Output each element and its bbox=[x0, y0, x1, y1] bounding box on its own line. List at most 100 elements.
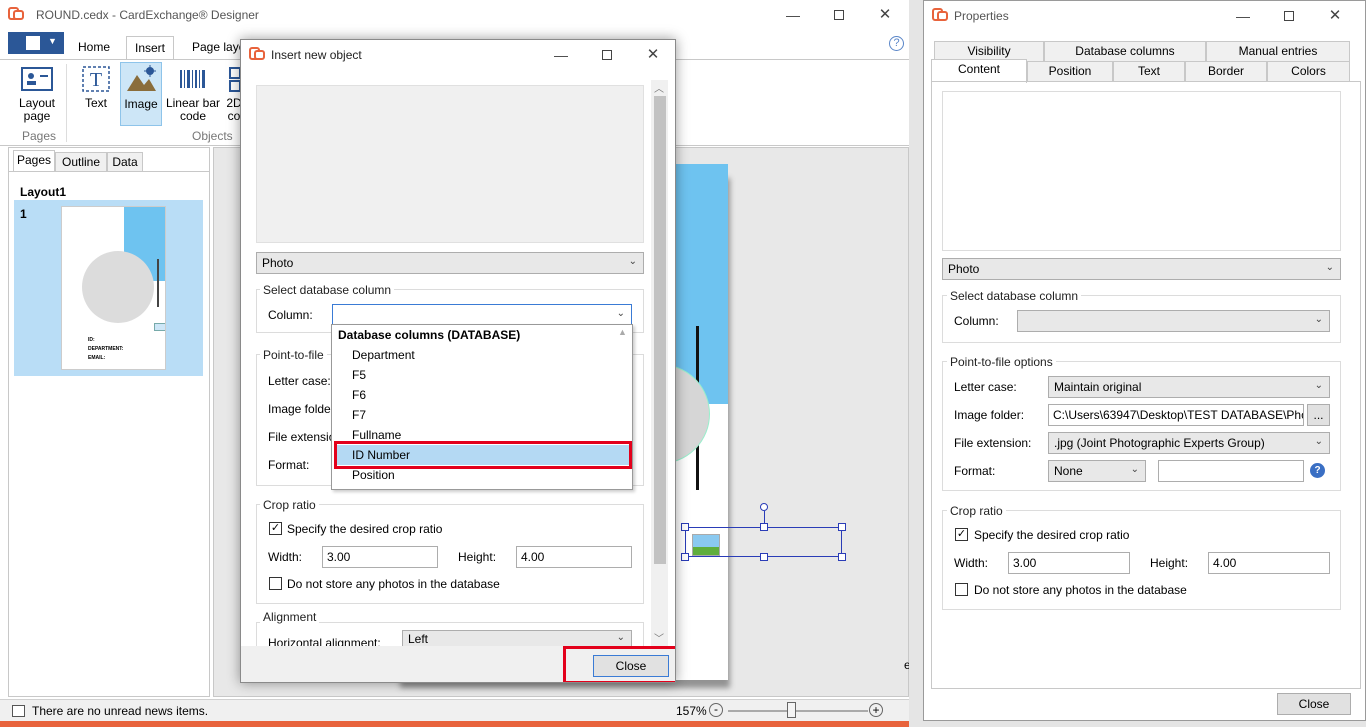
image-folder-input[interactable]: C:\Users\63947\Desktop\TEST DATABASE\Pho… bbox=[1048, 404, 1304, 426]
minimize-button[interactable]: — bbox=[538, 40, 584, 70]
crop-ratio-heading: Crop ratio bbox=[260, 498, 319, 512]
source-select-value: Photo bbox=[262, 256, 294, 270]
no-store-checkbox[interactable] bbox=[269, 577, 282, 590]
tab-colors[interactable]: Colors bbox=[1267, 61, 1350, 81]
dropdown-scroll-up-icon[interactable]: ▲ bbox=[618, 327, 627, 337]
resize-handle[interactable] bbox=[838, 553, 846, 561]
source-select[interactable]: Photo ⌄ bbox=[942, 258, 1341, 280]
no-store-checkbox[interactable] bbox=[955, 583, 968, 596]
tab-database-columns[interactable]: Database columns bbox=[1044, 41, 1206, 61]
dialog-title: Insert new object bbox=[271, 48, 362, 62]
layout-page-icon bbox=[21, 67, 53, 91]
dropdown-item-f5[interactable]: F5 bbox=[334, 365, 630, 385]
close-window-button[interactable]: ✕ bbox=[630, 40, 675, 70]
height-label: Height: bbox=[458, 550, 497, 564]
tab-home[interactable]: Home bbox=[70, 36, 118, 60]
maximize-button[interactable] bbox=[816, 0, 862, 30]
minimize-button[interactable]: — bbox=[1220, 1, 1266, 31]
help-button[interactable]: ? bbox=[889, 36, 904, 51]
close-window-button[interactable]: ✕ bbox=[862, 0, 908, 30]
zoom-slider-track[interactable] bbox=[728, 710, 868, 712]
properties-titlebar: Properties — ✕ bbox=[924, 1, 1365, 31]
letter-case-label: Letter case: bbox=[268, 374, 331, 388]
maximize-icon bbox=[834, 10, 844, 21]
file-menu-button[interactable]: ▼ bbox=[8, 32, 64, 54]
dropdown-item-f7[interactable]: F7 bbox=[334, 405, 630, 425]
resize-handle[interactable] bbox=[838, 523, 846, 531]
file-extension-value: .jpg (Joint Photographic Experts Group) bbox=[1054, 436, 1265, 450]
scroll-down-icon[interactable]: ﹀ bbox=[654, 630, 664, 645]
height-input[interactable]: 4.00 bbox=[1208, 552, 1330, 574]
maximize-icon bbox=[1284, 11, 1294, 22]
zoom-slider-thumb[interactable] bbox=[787, 702, 796, 718]
chevron-down-icon: ⌄ bbox=[1130, 464, 1139, 475]
source-select[interactable]: Photo ⌄ bbox=[256, 252, 644, 274]
layout-page-button[interactable]: Layout page bbox=[12, 64, 62, 123]
placeholder-image-icon bbox=[692, 534, 720, 556]
select-column-heading: Select database column bbox=[947, 289, 1082, 303]
tab-pages[interactable]: Pages bbox=[13, 150, 55, 172]
text-button[interactable]: T Text bbox=[76, 64, 116, 110]
height-input[interactable]: 4.00 bbox=[516, 546, 632, 568]
page-number: 1 bbox=[20, 207, 27, 221]
insert-object-dialog: Insert new object — ✕ ︿ ﹀ Photo ⌄ Select … bbox=[240, 39, 676, 683]
layout-name: Layout1 bbox=[20, 185, 67, 199]
column-select[interactable]: ⌄ bbox=[1017, 310, 1330, 332]
linear-barcode-button[interactable]: Linear bar code bbox=[162, 64, 224, 123]
status-text: There are no unread news items. bbox=[32, 704, 209, 718]
zoom-level: 157% bbox=[676, 704, 707, 718]
tab-visibility[interactable]: Visibility bbox=[934, 41, 1044, 61]
maximize-button[interactable] bbox=[584, 40, 630, 70]
page-thumbnail[interactable]: 1 ID: DEPARTMENT: EMAIL: bbox=[14, 200, 203, 376]
close-window-button[interactable]: ✕ bbox=[1312, 1, 1358, 31]
file-extension-select[interactable]: .jpg (Joint Photographic Experts Group) ⌄ bbox=[1048, 432, 1330, 454]
resize-handle[interactable] bbox=[681, 553, 689, 561]
highlight-id-number bbox=[334, 441, 632, 469]
designer-title: ROUND.cedx - CardExchange® Designer bbox=[36, 8, 259, 22]
resize-handle[interactable] bbox=[760, 553, 768, 561]
thumbnail-small-image bbox=[154, 323, 165, 331]
image-button[interactable]: Image bbox=[120, 62, 162, 126]
properties-close-button[interactable]: Close bbox=[1277, 693, 1351, 715]
tab-manual-entries[interactable]: Manual entries bbox=[1206, 41, 1350, 61]
tab-outline[interactable]: Outline bbox=[55, 152, 107, 172]
scroll-up-icon[interactable]: ︿ bbox=[654, 80, 664, 95]
specify-crop-label: Specify the desired crop ratio bbox=[974, 528, 1130, 542]
info-icon[interactable]: ? bbox=[1310, 463, 1325, 478]
tab-data[interactable]: Data bbox=[107, 152, 143, 172]
width-input[interactable]: 3.00 bbox=[1008, 552, 1130, 574]
rotate-handle[interactable] bbox=[760, 503, 768, 511]
specify-crop-label: Specify the desired crop ratio bbox=[287, 522, 443, 536]
dropdown-item-f6[interactable]: F6 bbox=[334, 385, 630, 405]
browse-folder-button[interactable]: ... bbox=[1307, 404, 1330, 426]
dropdown-item-department[interactable]: Department bbox=[334, 345, 630, 365]
zoom-out-button[interactable]: - bbox=[709, 703, 723, 717]
width-input[interactable]: 3.00 bbox=[322, 546, 438, 568]
width-label: Width: bbox=[268, 550, 303, 564]
maximize-button[interactable] bbox=[1266, 1, 1312, 31]
tab-position[interactable]: Position bbox=[1027, 61, 1113, 81]
dialog-scrollbar[interactable]: ︿ ﹀ bbox=[651, 80, 668, 646]
tab-border[interactable]: Border bbox=[1185, 61, 1267, 81]
dropdown-header: Database columns (DATABASE) bbox=[338, 328, 521, 342]
format-extra-input[interactable] bbox=[1158, 460, 1304, 482]
minimize-button[interactable]: — bbox=[770, 0, 816, 30]
zoom-in-button[interactable]: + bbox=[869, 703, 883, 717]
tab-text[interactable]: Text bbox=[1113, 61, 1185, 81]
format-select[interactable]: None ⌄ bbox=[1048, 460, 1146, 482]
column-select[interactable]: ⌄ bbox=[332, 304, 632, 326]
tab-insert[interactable]: Insert bbox=[126, 36, 175, 60]
format-value: None bbox=[1054, 464, 1083, 478]
resize-handle[interactable] bbox=[681, 523, 689, 531]
specify-crop-checkbox[interactable]: ✓ bbox=[955, 528, 968, 541]
tab-content[interactable]: Content bbox=[931, 59, 1027, 83]
alignment-heading: Alignment bbox=[260, 610, 320, 624]
scroll-thumb[interactable] bbox=[654, 96, 666, 564]
rotate-connector bbox=[764, 511, 765, 524]
column-label: Column: bbox=[268, 308, 313, 322]
letter-case-select[interactable]: Maintain original ⌄ bbox=[1048, 376, 1330, 398]
specify-crop-checkbox[interactable]: ✓ bbox=[269, 522, 282, 535]
resize-handle[interactable] bbox=[760, 523, 768, 531]
chevron-down-icon: ⌄ bbox=[1314, 436, 1323, 447]
text-tool-icon: T bbox=[82, 66, 110, 92]
